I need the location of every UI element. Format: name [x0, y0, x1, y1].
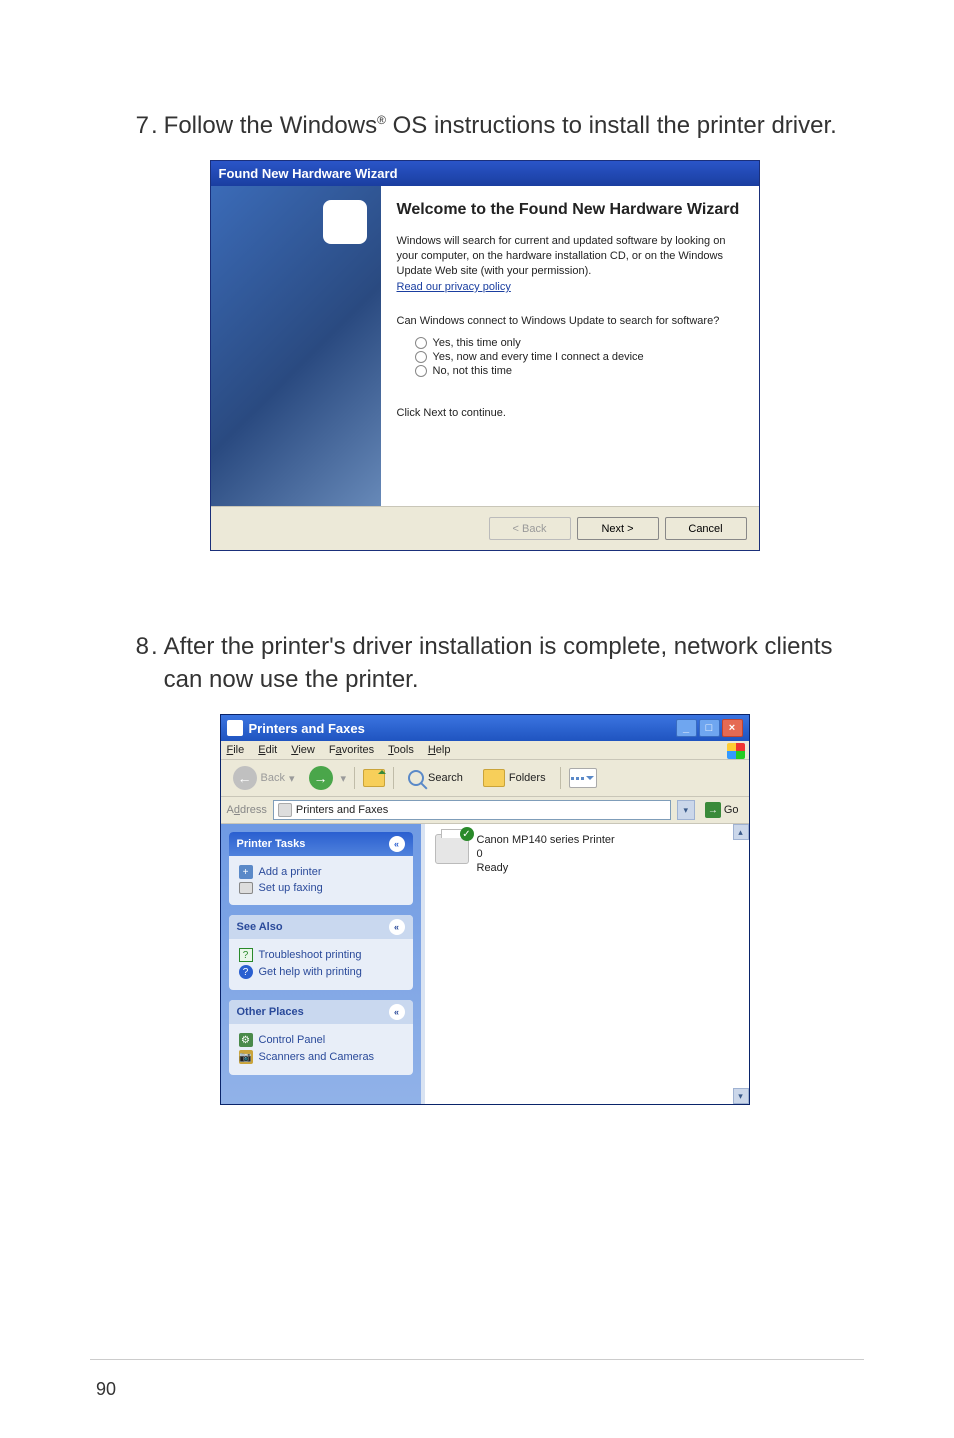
radio-icon: [415, 351, 427, 363]
folder-icon: [483, 769, 505, 787]
see-also-header[interactable]: See Also «: [229, 915, 413, 939]
printers-icon: [227, 720, 243, 736]
fax-icon: [239, 882, 253, 894]
collapse-icon: «: [389, 1004, 405, 1020]
maximize-button[interactable]: □: [699, 719, 720, 737]
scanners-cameras-link[interactable]: 📷Scanners and Cameras: [239, 1050, 403, 1064]
collapse-icon: «: [389, 836, 405, 852]
radio-icon: [415, 365, 427, 377]
windows-logo-icon: [727, 743, 745, 759]
found-new-hardware-wizard: Found New Hardware Wizard Welcome to the…: [210, 160, 760, 551]
collapse-icon: «: [389, 919, 405, 935]
printer-name: Canon MP140 series Printer: [477, 834, 615, 848]
toolbar: ← Back ▾ → ▾ Search Folders: [221, 760, 749, 797]
back-arrow-icon: ←: [233, 766, 257, 790]
menu-bar: File Edit View Favorites Tools Help: [221, 741, 749, 760]
step-7: 7 . Follow the Windows® OS instructions …: [115, 110, 854, 142]
forward-nav-button[interactable]: →: [309, 766, 333, 790]
step-8-num: 8: [115, 631, 149, 663]
pf-titlebar: Printers and Faxes _ □ ×: [221, 715, 749, 741]
help-icon: ?: [239, 965, 253, 979]
printer-tasks-panel: Printer Tasks « +Add a printer Set up fa…: [229, 832, 413, 905]
printer-queue-count: 0: [477, 848, 615, 862]
add-a-printer-link[interactable]: +Add a printer: [239, 865, 403, 879]
menu-edit[interactable]: Edit: [258, 744, 277, 756]
pf-title-text: Printers and Faxes: [249, 721, 365, 736]
close-button[interactable]: ×: [722, 719, 743, 737]
menu-help[interactable]: Help: [428, 744, 451, 756]
scanner-icon: 📷: [239, 1050, 253, 1064]
menu-file[interactable]: File: [227, 744, 245, 756]
printer-status: Ready: [477, 862, 615, 876]
footer-rule: [90, 1359, 864, 1360]
radio-icon: [415, 337, 427, 349]
side-panel: Printer Tasks « +Add a printer Set up fa…: [221, 824, 421, 1104]
back-button: < Back: [489, 517, 571, 540]
next-button[interactable]: Next >: [577, 517, 659, 540]
menu-view[interactable]: View: [291, 744, 315, 756]
privacy-policy-link[interactable]: Read our privacy policy: [397, 281, 511, 293]
step-7-num: 7: [115, 110, 149, 142]
printers-icon: [278, 803, 292, 817]
wizard-footer: < Back Next > Cancel: [211, 506, 759, 550]
wizard-description: Windows will search for current and upda…: [397, 234, 743, 279]
troubleshoot-icon: ?: [239, 948, 253, 962]
step-8: 8 . After the printer's driver installat…: [115, 631, 854, 696]
scroll-down-button[interactable]: ▾: [733, 1088, 749, 1104]
radio-yes-once[interactable]: Yes, this time only: [415, 337, 743, 349]
troubleshoot-printing-link[interactable]: ?Troubleshoot printing: [239, 948, 403, 962]
other-places-header[interactable]: Other Places «: [229, 1000, 413, 1024]
scroll-up-button[interactable]: ▴: [733, 824, 749, 840]
printer-icon: ✓: [435, 834, 469, 864]
address-bar: Address Printers and Faxes ▾ → Go: [221, 797, 749, 824]
wizard-sidebar-graphic: [211, 186, 381, 506]
control-panel-icon: ⚙: [239, 1033, 253, 1047]
printers-list: ▴ ✓ Canon MP140 series Printer 0 Ready ▾: [421, 824, 749, 1104]
default-check-icon: ✓: [460, 827, 474, 841]
menu-favorites[interactable]: Favorites: [329, 744, 374, 756]
printer-tasks-header[interactable]: Printer Tasks «: [229, 832, 413, 856]
address-input[interactable]: Printers and Faxes: [273, 800, 671, 820]
step-8-text: After the printer's driver installation …: [164, 631, 854, 696]
menu-tools[interactable]: Tools: [388, 744, 414, 756]
minimize-button[interactable]: _: [676, 719, 697, 737]
radio-yes-always[interactable]: Yes, now and every time I connect a devi…: [415, 351, 743, 363]
magnifier-icon: [329, 206, 361, 238]
wizard-question: Can Windows connect to Windows Update to…: [397, 315, 743, 327]
go-arrow-icon: →: [705, 802, 721, 818]
search-button[interactable]: Search: [402, 768, 469, 788]
wizard-heading: Welcome to the Found New Hardware Wizard: [397, 200, 743, 220]
wizard-click-next: Click Next to continue.: [397, 407, 743, 419]
views-button[interactable]: [569, 768, 597, 788]
radio-no[interactable]: No, not this time: [415, 365, 743, 377]
wizard-titlebar: Found New Hardware Wizard: [211, 161, 759, 186]
see-also-panel: See Also « ?Troubleshoot printing ?Get h…: [229, 915, 413, 990]
printer-item[interactable]: ✓ Canon MP140 series Printer 0 Ready: [435, 834, 739, 875]
get-help-printing-link[interactable]: ?Get help with printing: [239, 965, 403, 979]
folders-button[interactable]: Folders: [477, 767, 552, 789]
printers-and-faxes-window: Printers and Faxes _ □ × File Edit View …: [220, 714, 750, 1105]
other-places-panel: Other Places « ⚙Control Panel 📷Scanners …: [229, 1000, 413, 1075]
back-nav-button[interactable]: ← Back ▾: [227, 764, 301, 792]
add-printer-icon: +: [239, 865, 253, 879]
set-up-faxing-link[interactable]: Set up faxing: [239, 882, 403, 894]
up-folder-button[interactable]: [363, 769, 385, 787]
go-button[interactable]: → Go: [701, 802, 743, 818]
page-number: 90: [96, 1379, 116, 1400]
control-panel-link[interactable]: ⚙Control Panel: [239, 1033, 403, 1047]
cancel-button[interactable]: Cancel: [665, 517, 747, 540]
address-dropdown-button[interactable]: ▾: [677, 800, 695, 820]
search-icon: [408, 770, 424, 786]
